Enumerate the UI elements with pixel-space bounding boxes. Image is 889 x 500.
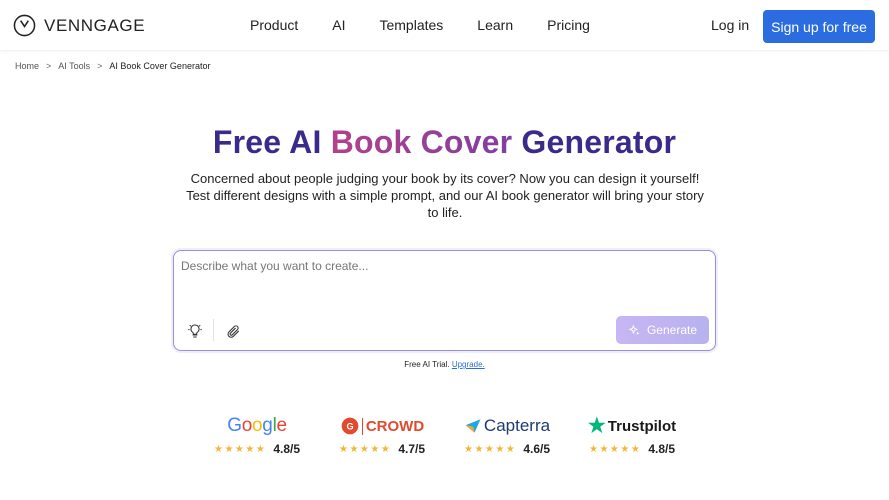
crowd-brand: CROWD — [361, 417, 424, 435]
nav-templates[interactable]: Templates — [379, 17, 443, 33]
page-subtitle: Concerned about people judging your book… — [186, 171, 704, 220]
nav-learn[interactable]: Learn — [477, 17, 513, 33]
rating-trustpilot: ★ Trustpilot ★★★★★ 4.8/5 — [577, 414, 687, 456]
svg-text:G: G — [346, 421, 353, 431]
venngage-logo[interactable]: VENNGAGE — [13, 14, 145, 37]
star-rating: ★★★★★ — [213, 443, 267, 455]
main-nav: Product AI Templates Learn Pricing — [250, 17, 624, 33]
rating-g2crowd: G CROWD ★★★★★ 4.7/5 — [327, 414, 437, 456]
prompt-box: Generate — [173, 250, 716, 351]
trustpilot-star-icon: ★ — [587, 415, 606, 437]
prompt-input[interactable] — [181, 259, 701, 299]
logo-text: VENNGAGE — [44, 15, 146, 35]
breadcrumb: Home > AI Tools > AI Book Cover Generato… — [15, 61, 210, 71]
breadcrumb-current: AI Book Cover Generator — [109, 61, 211, 71]
tool-divider — [213, 319, 214, 341]
idea-button[interactable] — [186, 322, 204, 340]
login-link[interactable]: Log in — [711, 17, 749, 33]
page-title: Free AI Book Cover Generator — [0, 124, 889, 161]
paperclip-icon — [227, 324, 239, 338]
trustpilot-logo: ★ Trustpilot — [577, 414, 687, 438]
generate-label: Generate — [646, 323, 698, 337]
star-rating: ★★★★★ — [588, 443, 642, 455]
nav-ai[interactable]: AI — [332, 17, 345, 33]
nav-pricing[interactable]: Pricing — [547, 17, 590, 33]
rating-score: 4.8/5 — [273, 442, 301, 456]
lightbulb-icon — [187, 324, 203, 338]
upgrade-link[interactable]: Upgrade. — [452, 360, 485, 369]
g2crowd-logo: G CROWD — [327, 414, 437, 438]
nav-product[interactable]: Product — [250, 17, 298, 33]
capterra-logo: Capterra — [452, 414, 562, 438]
generate-button[interactable]: Generate — [616, 316, 709, 344]
google-logo: Google — [202, 414, 312, 438]
attach-button[interactable] — [224, 322, 242, 340]
rating-score: 4.7/5 — [398, 442, 426, 456]
breadcrumb-separator: > — [46, 61, 52, 71]
rating-score: 4.6/5 — [523, 442, 551, 456]
trial-note: Free AI Trial. Upgrade. — [0, 360, 889, 369]
title-part-1: Free AI — [212, 124, 331, 160]
breadcrumb-ai-tools[interactable]: AI Tools — [58, 61, 90, 71]
venngage-logo-icon — [13, 14, 36, 37]
breadcrumb-home[interactable]: Home — [15, 61, 39, 71]
rating-score: 4.8/5 — [648, 442, 676, 456]
trial-text: Free AI Trial. — [404, 360, 452, 369]
g2-icon: G — [341, 417, 359, 435]
rating-google: Google ★★★★★ 4.8/5 — [202, 414, 312, 456]
google-brand: Google — [227, 415, 287, 436]
top-navbar: VENNGAGE Product AI Templates Learn Pric… — [0, 0, 889, 50]
title-highlight: Book Cover — [330, 124, 513, 160]
signup-button[interactable]: Sign up for free — [763, 10, 875, 43]
breadcrumb-separator: > — [97, 61, 103, 71]
capterra-arrow-icon — [465, 419, 481, 433]
title-part-2: Generator — [512, 124, 677, 160]
star-rating: ★★★★★ — [463, 443, 517, 455]
rating-capterra: Capterra ★★★★★ 4.6/5 — [452, 414, 562, 456]
sparkle-icon — [629, 324, 640, 335]
star-rating: ★★★★★ — [338, 443, 392, 455]
trustpilot-brand: Trustpilot — [607, 417, 677, 435]
capterra-brand: Capterra — [483, 416, 551, 435]
